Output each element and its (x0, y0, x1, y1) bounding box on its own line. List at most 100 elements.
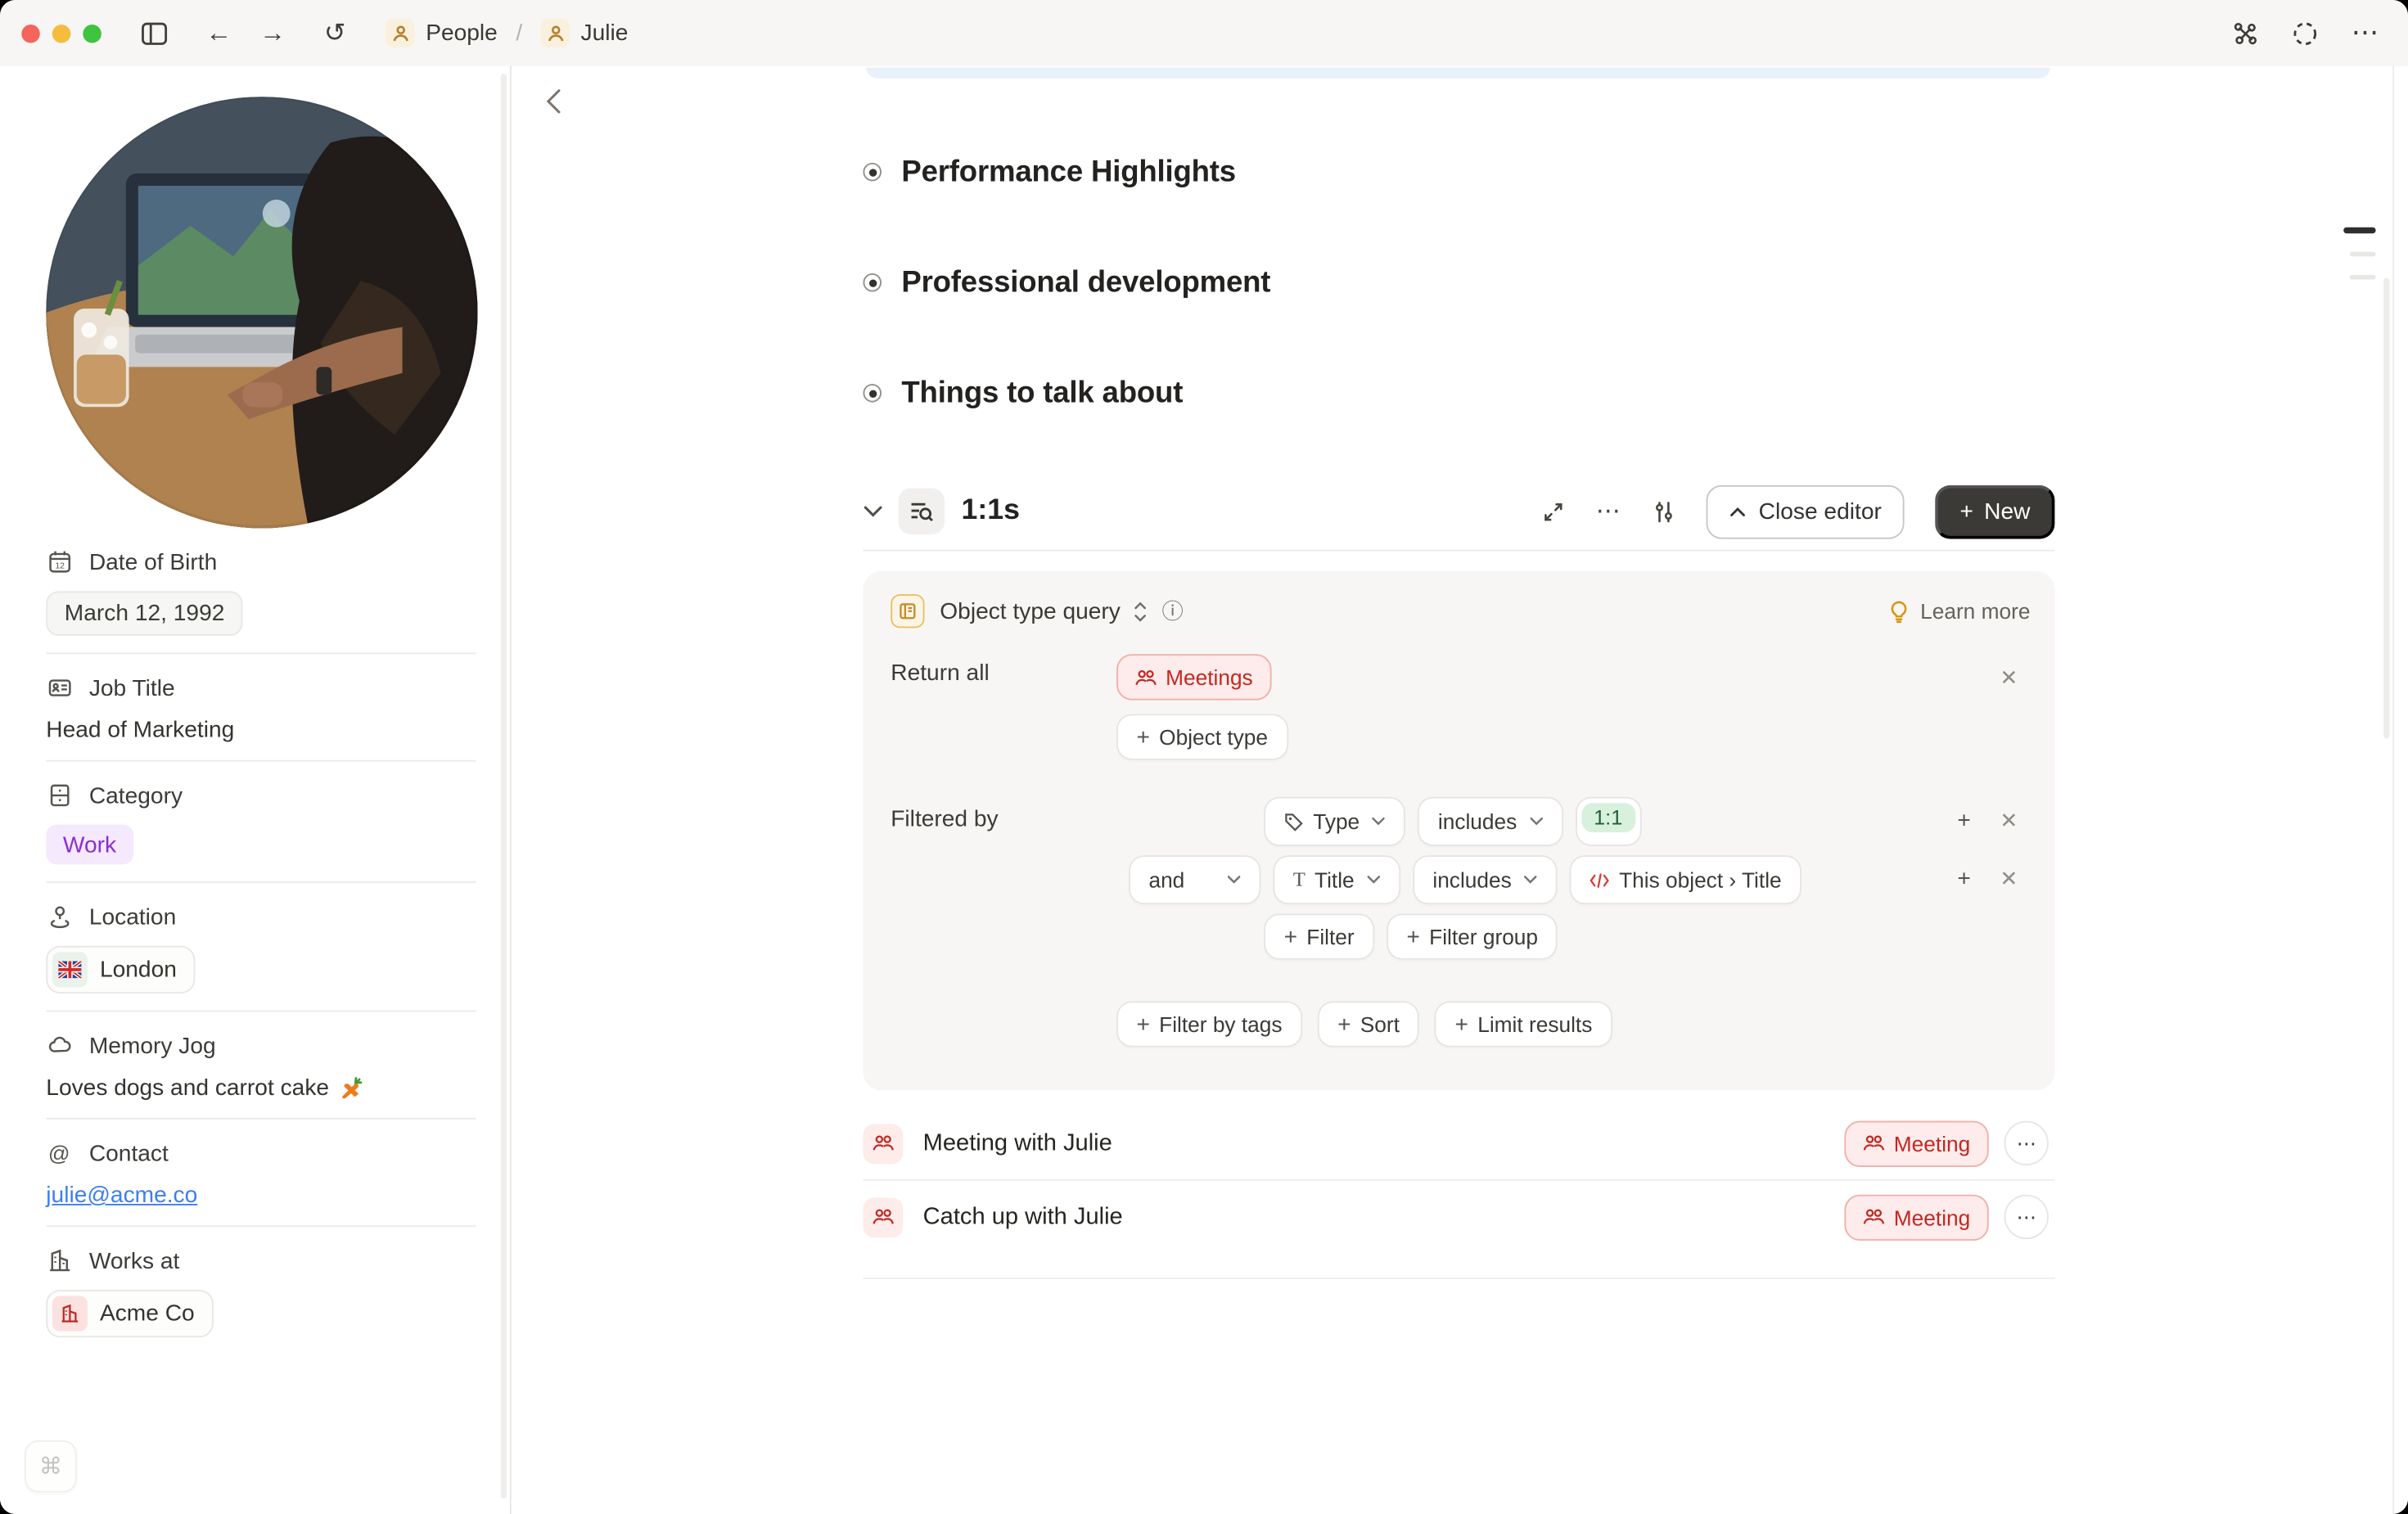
display-settings-icon[interactable] (1653, 500, 1675, 523)
person-icon (541, 19, 570, 48)
breadcrumb-julie-label: Julie (580, 20, 628, 46)
date-of-birth-pill[interactable]: March 12, 1992 (46, 591, 243, 635)
info-icon[interactable]: ⓘ (1162, 596, 1184, 627)
field-category: Category Work (46, 762, 476, 883)
collapse-chevron-left-icon[interactable] (538, 86, 569, 117)
conjunction-dropdown[interactable]: and (1129, 855, 1260, 904)
result-row[interactable]: Meeting with Julie Meeting ⋯ (863, 1107, 2054, 1181)
close-window-button[interactable] (21, 24, 40, 43)
filter-by-tags-button[interactable]: + Filter by tags (1116, 1001, 1302, 1047)
content-edge-divider (2392, 66, 2394, 1514)
focus-mode-icon[interactable] (2291, 19, 2319, 47)
query-list-icon[interactable] (899, 489, 945, 534)
titlebar-actions: ⋯ (2231, 17, 2380, 49)
heading-bullet-icon (863, 384, 882, 403)
breadcrumb-people-label: People (426, 20, 498, 46)
traffic-lights (21, 24, 101, 43)
location-pill[interactable]: London (46, 946, 195, 994)
graph-view-icon[interactable] (2231, 19, 2259, 47)
heading-professional-development[interactable]: Professional development (863, 263, 1270, 303)
object-type-badge[interactable]: Meeting (1845, 1194, 1989, 1240)
back-button[interactable]: ← (205, 18, 232, 49)
add-object-type-button[interactable]: + Object type (1116, 714, 1287, 759)
outline-indicator[interactable] (2350, 275, 2376, 280)
heading-things-to-talk-about[interactable]: Things to talk about (863, 373, 1183, 413)
filter-field-dropdown[interactable]: T Title (1273, 855, 1400, 904)
updown-chevron-icon[interactable] (1133, 602, 1147, 621)
filter-value-button[interactable]: This object › Title (1570, 855, 1801, 904)
minimize-window-button[interactable] (52, 24, 71, 43)
calendar-icon: 12 (46, 550, 72, 575)
titlebar: ← → ↺ People / Julie (0, 0, 2408, 68)
breadcrumb: People / Julie (386, 19, 628, 48)
building-icon (46, 1248, 72, 1273)
sidebar-scrollbar[interactable] (501, 74, 507, 1498)
meetings-object-chip[interactable]: Meetings (1116, 654, 1271, 700)
field-label: Contact (89, 1140, 169, 1166)
object-type-query-icon (891, 594, 924, 628)
add-filter-row-icon[interactable]: + (1957, 866, 1970, 892)
learn-more-link[interactable]: Learn more (1890, 599, 2031, 624)
collection-more-icon[interactable]: ⋯ (1596, 496, 1622, 527)
filter-operator-dropdown[interactable]: includes (1413, 855, 1558, 904)
zoom-window-button[interactable] (83, 24, 101, 43)
chevron-down-icon (1227, 875, 1241, 884)
close-editor-button[interactable]: Close editor (1707, 484, 1905, 538)
chevron-down-icon[interactable] (863, 505, 882, 517)
one-on-one-tag: 1:1 (1581, 803, 1635, 832)
add-filter-group-button[interactable]: + Filter group (1387, 913, 1558, 959)
command-shortcut-button[interactable]: ⌘ (25, 1440, 77, 1493)
remove-filter-row-icon[interactable]: ✕ (2000, 808, 2018, 834)
filter-field-dropdown[interactable]: Type (1264, 797, 1405, 846)
profile-sidebar: 12 Date of Birth March 12, 1992 (0, 66, 512, 1514)
sort-button[interactable]: + Sort (1318, 1001, 1420, 1047)
breadcrumb-people[interactable]: People (386, 19, 497, 48)
filter-add-row: + Filter + Filter group (1264, 913, 1558, 959)
remove-filter-row-icon[interactable]: ✕ (2000, 866, 2018, 892)
filtered-by-label: Filtered by (891, 806, 998, 832)
row-more-button[interactable]: ⋯ (2004, 1121, 2049, 1165)
job-title-value[interactable]: Head of Marketing (46, 717, 234, 743)
collection-tools: ⋯ Close editor + New (1542, 484, 2054, 538)
remove-object-type-icon[interactable]: ✕ (2000, 665, 2018, 691)
result-title: Catch up with Julie (923, 1203, 1123, 1231)
row-more-button[interactable]: ⋯ (2004, 1195, 2049, 1239)
profile-photo[interactable] (46, 97, 477, 528)
collection-title[interactable]: 1:1s (962, 494, 1020, 528)
field-label: Date of Birth (89, 549, 217, 575)
expand-icon[interactable] (1542, 500, 1565, 523)
company-icon (52, 1296, 88, 1332)
field-label: Location (89, 903, 176, 930)
field-label: Works at (89, 1247, 180, 1273)
outline-indicator[interactable] (2350, 252, 2376, 257)
outline-indicator-active[interactable] (2343, 228, 2375, 234)
filter-operator-dropdown[interactable]: includes (1418, 797, 1562, 846)
plus-icon: + (1406, 924, 1419, 950)
object-type-badge[interactable]: Meeting (1845, 1120, 1989, 1166)
breadcrumb-julie[interactable]: Julie (541, 19, 629, 48)
new-button[interactable]: + New (1936, 484, 2055, 538)
query-results-list: Meeting with Julie Meeting ⋯ (863, 1107, 2054, 1279)
filter-value-button[interactable]: 1:1 (1576, 797, 1641, 846)
works-at-pill[interactable]: Acme Co (46, 1290, 213, 1337)
memory-jog-value[interactable]: Loves dogs and carrot cake (46, 1075, 329, 1101)
main-scrollbar[interactable] (2383, 278, 2389, 739)
query-type-label[interactable]: Object type query (940, 598, 1121, 624)
add-filter-row-icon[interactable]: + (1957, 808, 1970, 834)
forward-button[interactable]: → (259, 18, 286, 49)
result-row[interactable]: Catch up with Julie Meeting ⋯ (863, 1181, 2054, 1253)
add-filter-button[interactable]: + Filter (1264, 913, 1374, 959)
chevron-down-icon (1524, 875, 1538, 884)
sidebar-toggle-icon[interactable] (142, 20, 168, 45)
history-button[interactable]: ↺ (324, 18, 346, 49)
cabinet-icon (46, 783, 72, 808)
tag-icon (1284, 812, 1304, 831)
more-options-icon[interactable]: ⋯ (2352, 17, 2381, 49)
query-editor-panel: Object type query ⓘ Learn more Return al… (863, 571, 2054, 1090)
limit-results-button[interactable]: + Limit results (1435, 1001, 1612, 1047)
category-tag[interactable]: Work (46, 825, 133, 865)
result-title: Meeting with Julie (923, 1129, 1112, 1157)
heading-performance-highlights[interactable]: Performance Highlights (863, 152, 1235, 192)
contact-email-link[interactable]: julie@acme.co (46, 1183, 197, 1209)
location-value: London (100, 957, 189, 983)
